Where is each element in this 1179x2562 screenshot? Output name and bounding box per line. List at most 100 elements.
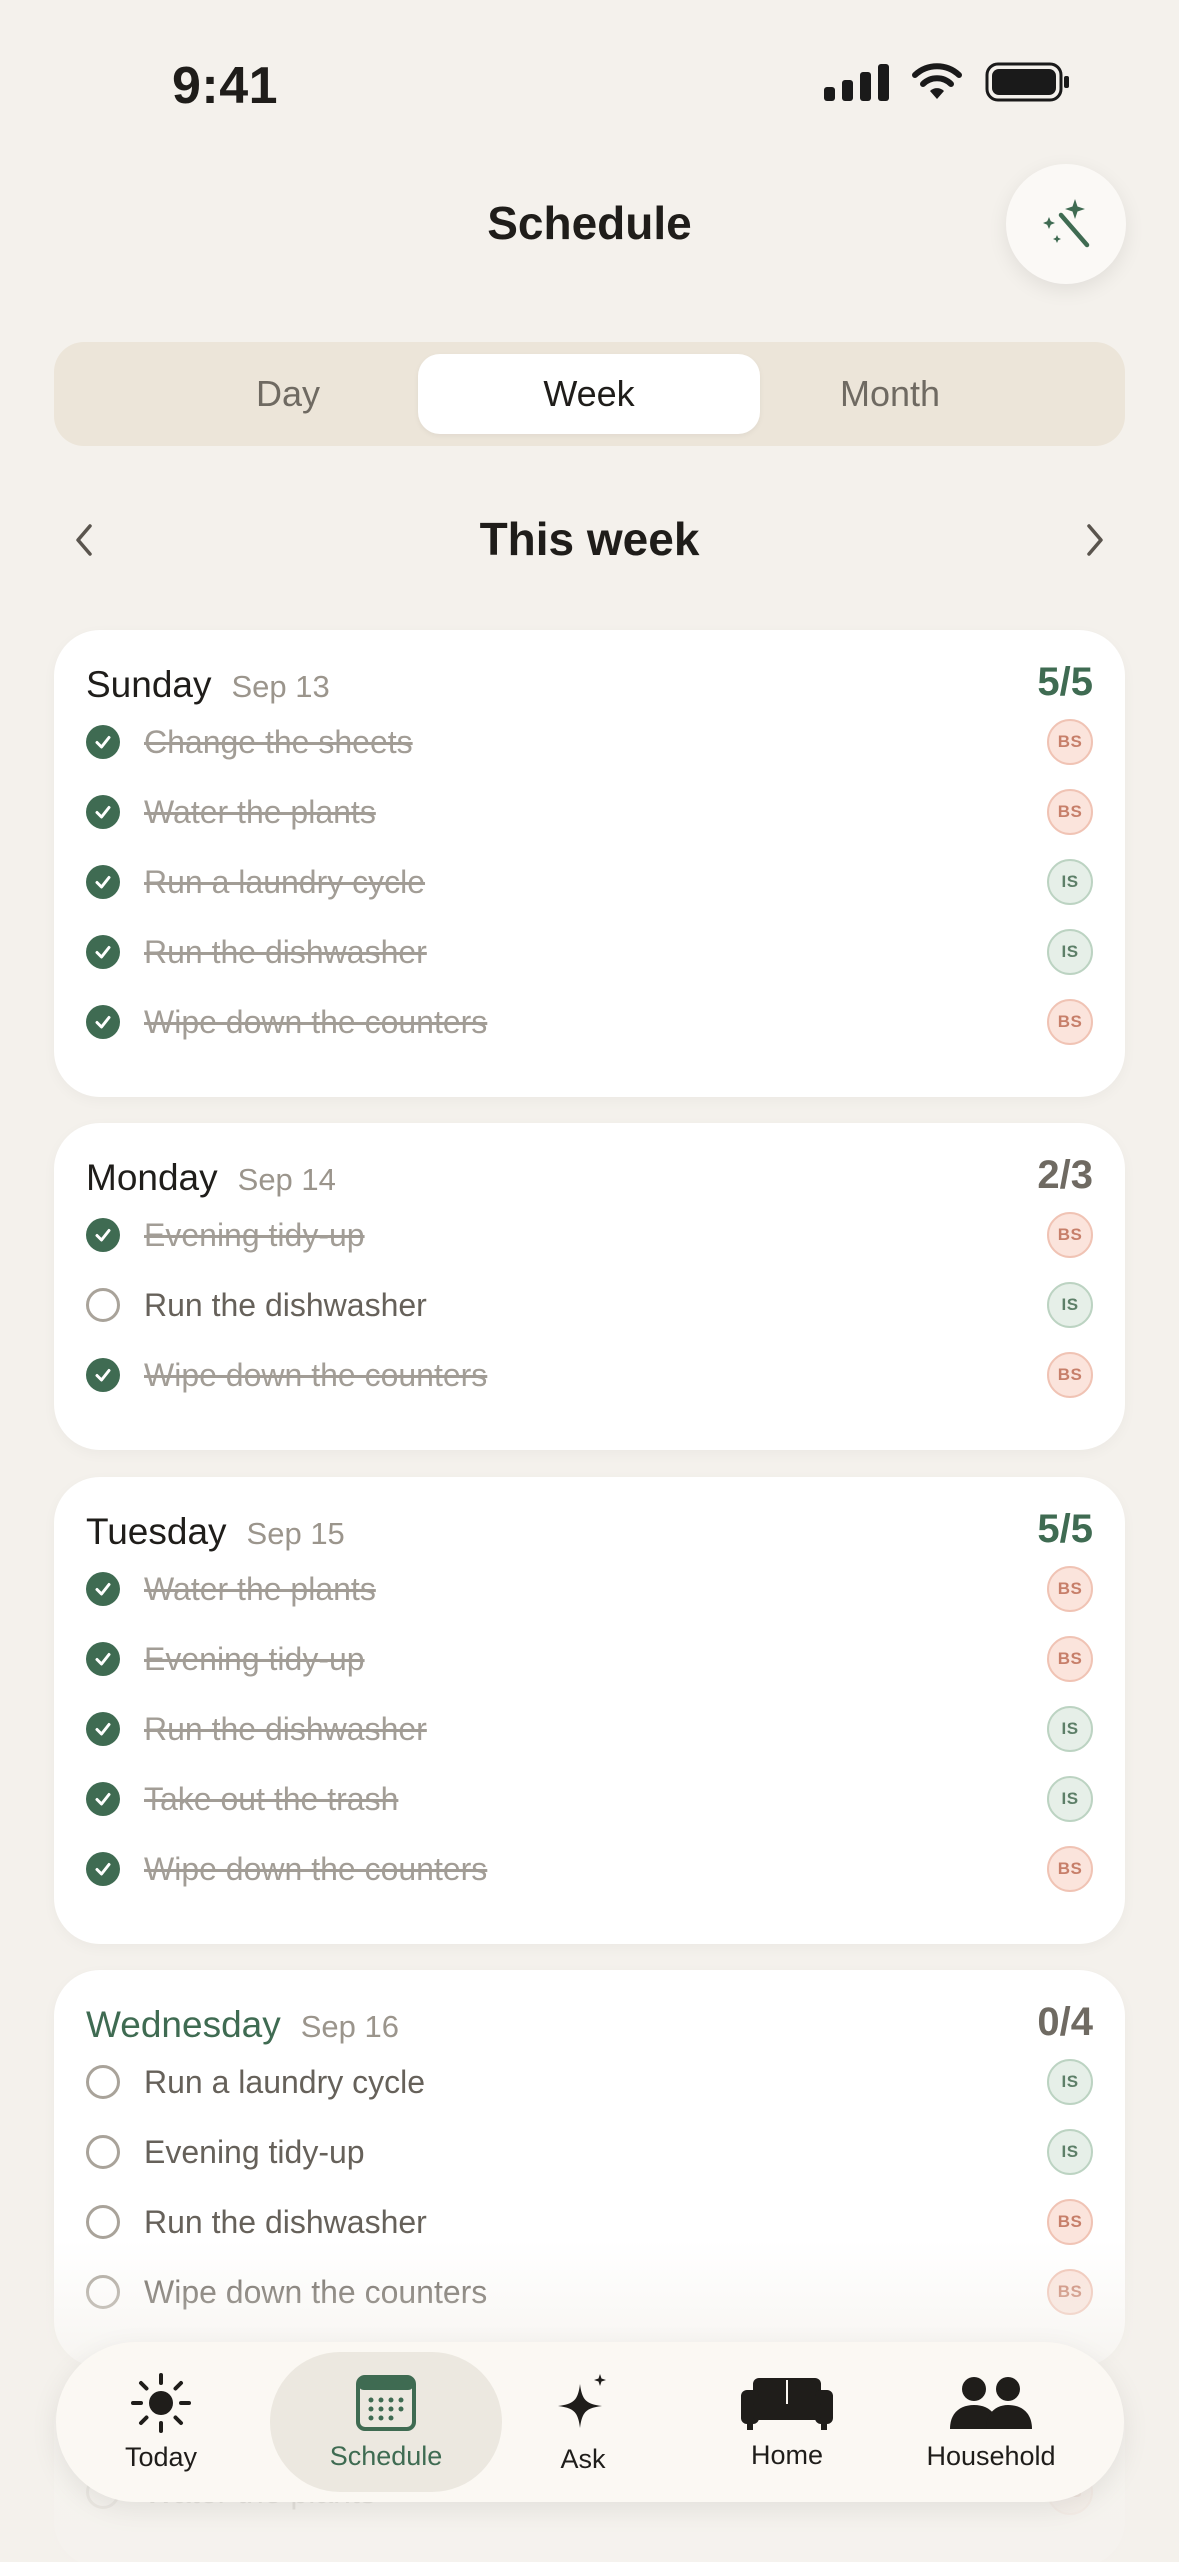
tab-ask[interactable]: Ask <box>488 2352 678 2492</box>
tab-ask-label: Ask <box>560 2443 606 2474</box>
tab-bar: Today Schedule Ask Home Household <box>56 2342 1124 2502</box>
task-label: Evening tidy-up <box>144 2133 365 2170</box>
status-time: 9:41 <box>172 57 279 115</box>
task-label: Run a laundry cycle <box>144 2063 426 2100</box>
assignee-avatar: IS <box>1047 1776 1093 1822</box>
unchecked-circle-icon[interactable] <box>86 2065 120 2099</box>
checked-circle-icon[interactable] <box>86 1782 120 1816</box>
view-segmented-control: Day Week Month <box>54 342 1125 446</box>
task-label: Wipe down the counters <box>144 1850 488 1887</box>
task-label: Run the dishwasher <box>144 2203 427 2240</box>
tab-schedule[interactable]: Schedule <box>270 2352 502 2492</box>
period-navigation: This week <box>0 500 1179 580</box>
segment-day[interactable]: Day <box>117 354 459 434</box>
day-card: Sunday Sep 13 5/5 Change the sheets BS Water … <box>54 630 1125 1097</box>
tab-home[interactable]: Home <box>692 2352 882 2492</box>
task-label: Evening tidy-up <box>144 1640 365 1677</box>
segment-month[interactable]: Month <box>719 354 1061 434</box>
task-row[interactable]: Wipe down the counters BS <box>86 1841 1093 1897</box>
task-row[interactable]: Run the dishwasher IS <box>86 1277 1093 1333</box>
task-row[interactable]: Wipe down the counters BS <box>86 994 1093 1050</box>
sun-icon <box>131 2372 191 2433</box>
day-progress-count: 5/5 <box>1037 660 1093 704</box>
magic-button[interactable] <box>1006 164 1126 284</box>
assignee-avatar: IS <box>1047 2059 1093 2105</box>
assignee-avatar: BS <box>1047 719 1093 765</box>
task-label: Run the dishwasher <box>144 1710 427 1747</box>
day-date: Sep 14 <box>237 1162 336 1197</box>
day-date: Sep 13 <box>231 669 330 704</box>
day-name: Wednesday <box>86 2004 281 2045</box>
day-card: Monday Sep 14 2/3 Evening tidy-up BS Run the … <box>54 1123 1125 1450</box>
checked-circle-icon[interactable] <box>86 935 120 969</box>
unchecked-circle-icon[interactable] <box>86 2205 120 2239</box>
checked-circle-icon[interactable] <box>86 1218 120 1252</box>
chevron-right-icon <box>1087 524 1103 556</box>
assignee-avatar: IS <box>1047 859 1093 905</box>
checked-circle-icon[interactable] <box>86 1642 120 1676</box>
task-row[interactable]: Change the sheets BS <box>86 714 1093 770</box>
task-label: Water the plants <box>144 1570 376 1607</box>
task-label: Take out the trash <box>144 1780 399 1817</box>
battery-icon <box>985 62 1069 102</box>
unchecked-circle-icon[interactable] <box>86 1288 120 1322</box>
task-row[interactable]: Water the plants BS <box>86 784 1093 840</box>
assignee-avatar: IS <box>1047 929 1093 975</box>
task-row[interactable]: Evening tidy-up BS <box>86 1631 1093 1687</box>
day-card: Tuesday Sep 15 5/5 Water the plants BS Evenin… <box>54 1477 1125 1944</box>
segment-week[interactable]: Week <box>418 354 760 434</box>
assignee-avatar: BS <box>1047 1846 1093 1892</box>
tab-schedule-label: Schedule <box>329 2440 443 2471</box>
assignee-avatar: IS <box>1047 1706 1093 1752</box>
assignee-avatar: BS <box>1047 1212 1093 1258</box>
tab-today-label: Today <box>124 2441 198 2472</box>
day-date: Sep 16 <box>300 2009 399 2044</box>
assignee-avatar: IS <box>1047 2129 1093 2175</box>
task-label: Water the plants <box>144 793 376 830</box>
sofa-icon <box>741 2377 833 2430</box>
task-row[interactable]: Evening tidy-up IS <box>86 2124 1093 2180</box>
tab-today[interactable]: Today <box>66 2352 256 2492</box>
task-label: Run the dishwasher <box>144 1286 427 1323</box>
day-header: Sunday Sep 13 <box>86 664 330 706</box>
task-row[interactable]: Take out the trash IS <box>86 1771 1093 1827</box>
calendar-icon <box>356 2374 416 2431</box>
checked-circle-icon[interactable] <box>86 1712 120 1746</box>
task-label: Wipe down the counters <box>144 1003 488 1040</box>
assignee-avatar: BS <box>1047 999 1093 1045</box>
sparkle-icon <box>558 2373 606 2428</box>
assignee-avatar: BS <box>1047 2199 1093 2245</box>
status-icons <box>824 62 1071 102</box>
wifi-icon <box>912 63 962 99</box>
task-label: Evening tidy-up <box>144 1216 365 1253</box>
day-name: Tuesday <box>86 1511 227 1552</box>
task-row[interactable]: Run the dishwasher IS <box>86 1701 1093 1757</box>
task-row[interactable]: Water the plants BS <box>86 1561 1093 1617</box>
people-icon <box>950 2376 1032 2429</box>
checked-circle-icon[interactable] <box>86 1572 120 1606</box>
checked-circle-icon[interactable] <box>86 1005 120 1039</box>
task-row[interactable]: Run a laundry cycle IS <box>86 2054 1093 2110</box>
checked-circle-icon[interactable] <box>86 795 120 829</box>
next-week-button[interactable] <box>1071 516 1119 564</box>
checked-circle-icon[interactable] <box>86 725 120 759</box>
tab-household[interactable]: Household <box>896 2352 1086 2492</box>
day-name: Monday <box>86 1157 218 1198</box>
task-label: Run the dishwasher <box>144 933 427 970</box>
tab-home-label: Home <box>750 2439 824 2470</box>
assignee-avatar: BS <box>1047 1566 1093 1612</box>
checked-circle-icon[interactable] <box>86 865 120 899</box>
task-label: Wipe down the counters <box>144 1356 488 1393</box>
task-row[interactable]: Evening tidy-up BS <box>86 1207 1093 1263</box>
task-row[interactable]: Wipe down the counters BS <box>86 1347 1093 1403</box>
task-row[interactable]: Run a laundry cycle IS <box>86 854 1093 910</box>
task-label: Run a laundry cycle <box>144 863 426 900</box>
checked-circle-icon[interactable] <box>86 1358 120 1392</box>
day-progress-count: 0/4 <box>1037 2000 1093 2044</box>
task-label: Change the sheets <box>144 723 413 760</box>
cellular-signal-icon <box>824 63 889 101</box>
unchecked-circle-icon[interactable] <box>86 2135 120 2169</box>
checked-circle-icon[interactable] <box>86 1852 120 1886</box>
page-title: Schedule <box>487 197 692 249</box>
task-row[interactable]: Run the dishwasher IS <box>86 924 1093 980</box>
